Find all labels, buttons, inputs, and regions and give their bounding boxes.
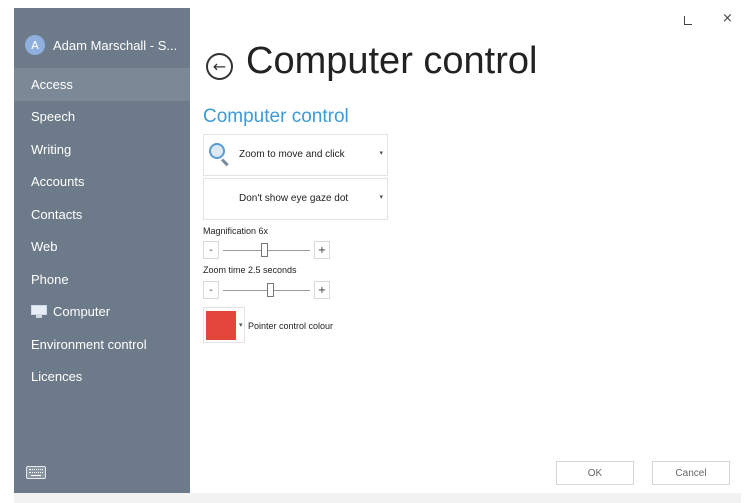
ok-button[interactable]: OK [556, 461, 634, 485]
sidebar-item-label: Speech [31, 109, 76, 125]
sidebar-item-environment-control[interactable]: Environment control [14, 328, 190, 361]
colour-swatch [206, 311, 236, 340]
sidebar-item-label: Contacts [31, 206, 83, 222]
user-name: Adam Marschall - S... [53, 37, 178, 53]
sidebar-item-label: Licences [31, 369, 83, 385]
slider-thumb[interactable] [267, 283, 275, 297]
sidebar-item-computer[interactable]: Computer [14, 296, 190, 329]
magnification-slider[interactable]: - + [203, 241, 330, 260]
sidebar-item-label: Web [31, 239, 58, 255]
sidebar-item-access[interactable]: Access [14, 68, 190, 101]
user-account[interactable]: A Adam Marschall - S... [25, 35, 177, 55]
computer-icon [31, 305, 47, 319]
sidebar-item-licences[interactable]: Licences [14, 361, 190, 394]
mode-dropdown[interactable]: Zoom to move and click ▾ [203, 134, 388, 176]
zoom-time-decrease-button[interactable]: - [203, 281, 219, 299]
sidebar-item-label: Writing [31, 141, 72, 157]
zoom-time-increase-button[interactable]: + [314, 281, 330, 299]
chevron-down-icon: ▾ [379, 150, 383, 157]
chevron-down-icon: ▾ [379, 194, 383, 201]
magnification-label: Magnification 6x [203, 226, 269, 236]
gaze-dot-dropdown[interactable]: Don't show eye gaze dot ▾ [203, 178, 388, 220]
window-shadow [14, 493, 741, 503]
sidebar-item-accounts[interactable]: Accounts [14, 166, 190, 199]
keyboard-icon[interactable] [26, 466, 46, 479]
cancel-button[interactable]: Cancel [652, 461, 730, 485]
minimize-icon[interactable] [684, 16, 692, 25]
sidebar-item-contacts[interactable]: Contacts [14, 198, 190, 231]
magnification-increase-button[interactable]: + [314, 241, 330, 259]
avatar: A [25, 35, 45, 55]
sidebar-item-label: Access [31, 76, 73, 92]
section-title: Computer control [203, 106, 349, 127]
pointer-colour-label: Pointer control colour [248, 321, 334, 331]
sidebar-item-phone[interactable]: Phone [14, 263, 190, 296]
sidebar-item-label: Computer [53, 304, 111, 320]
sidebar: A Adam Marschall - S... Access Speech Wr… [14, 8, 190, 493]
back-arrow-icon[interactable]: ← [206, 53, 233, 80]
magnifier-icon [209, 143, 229, 167]
sidebar-item-label: Phone [31, 271, 69, 287]
mode-dropdown-value: Zoom to move and click [239, 149, 345, 160]
sidebar-item-writing[interactable]: Writing [14, 133, 190, 166]
zoom-time-label: Zoom time 2.5 seconds [203, 265, 297, 275]
sidebar-item-label: Environment control [31, 336, 147, 352]
magnification-decrease-button[interactable]: - [203, 241, 219, 259]
sidebar-item-speech[interactable]: Speech [14, 101, 190, 134]
sidebar-item-label: Accounts [31, 174, 85, 190]
sidebar-nav: Access Speech Writing Accounts Contacts … [14, 68, 190, 393]
gaze-dropdown-value: Don't show eye gaze dot [239, 193, 349, 204]
close-icon[interactable]: × [722, 11, 733, 26]
sidebar-item-web[interactable]: Web [14, 231, 190, 264]
chevron-down-icon: ▾ [239, 321, 243, 329]
slider-thumb[interactable] [261, 243, 269, 257]
pointer-colour-picker[interactable]: ▾ [203, 307, 245, 343]
page-title: Computer control [246, 40, 538, 82]
zoom-time-slider[interactable]: - + [203, 281, 330, 300]
